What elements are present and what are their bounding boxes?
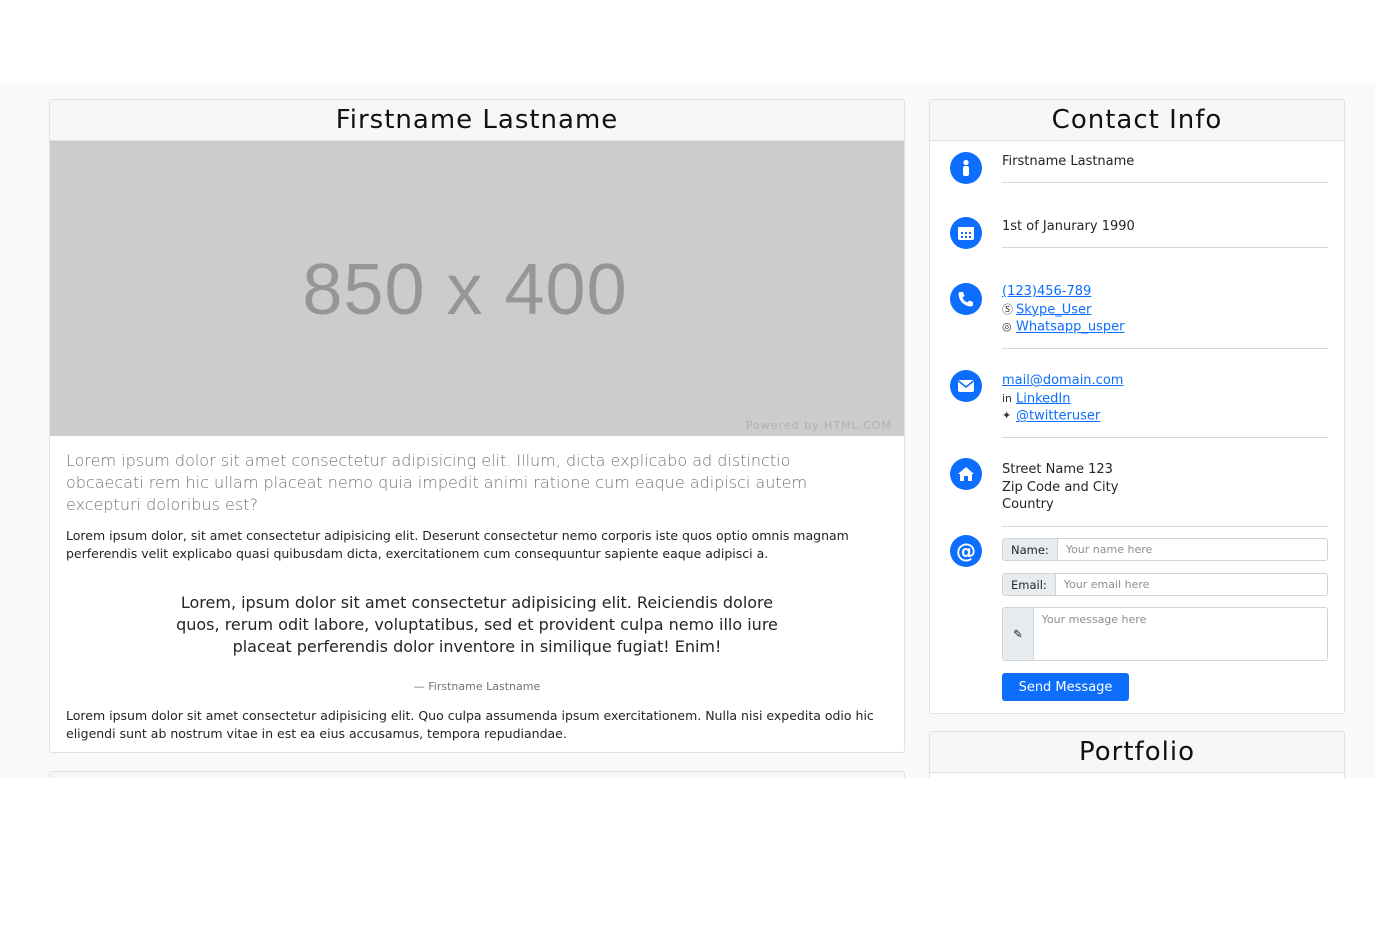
email-link[interactable]: mail@domain.com [1002, 373, 1123, 388]
placeholder-powered-by: Powered by HTML.COM [745, 419, 892, 432]
phone-link[interactable]: (123)456-789 [1002, 284, 1091, 299]
divider [1002, 348, 1328, 349]
body-paragraph-1: Lorem ipsum dolor, sit amet consectetur … [66, 528, 849, 561]
second-card-header [50, 772, 904, 778]
calendar-icon [950, 217, 982, 249]
page-background: Firstname Lastname 850 x 400 Powered by … [0, 84, 1375, 778]
portfolio-card: Portfolio [929, 731, 1345, 778]
whatsapp-icon: ◎ [1002, 320, 1012, 334]
placeholder-dimensions-text: 850 x 400 [302, 250, 628, 330]
blockquote: Lorem, ipsum dolor sit amet consectetur … [176, 593, 778, 656]
home-icon [950, 458, 982, 490]
at-icon: @ [950, 535, 982, 567]
name-input[interactable] [1057, 539, 1327, 560]
contact-title: Contact Info [930, 100, 1344, 141]
divider [1002, 437, 1328, 438]
divider [1002, 182, 1328, 183]
name-input-group: Name: [1002, 538, 1328, 561]
message-textarea[interactable] [1033, 608, 1327, 660]
message-input-group: ✎ [1002, 607, 1328, 661]
contact-email-block: mail@domain.com in LinkedIn ✦ @twitteruser [1002, 372, 1328, 425]
name-label: Name: [1003, 539, 1058, 560]
profile-title: Firstname Lastname [50, 100, 904, 141]
contact-phone-block: (123)456-789 Ⓢ Skype_User ◎ Whatsapp_usper [1002, 283, 1328, 336]
person-icon [950, 152, 982, 184]
email-label: Email: [1003, 574, 1056, 595]
lead-paragraph: Lorem ipsum dolor sit amet consectetur a… [66, 451, 808, 514]
twitter-icon: ✦ [1002, 409, 1012, 423]
email-input-group: Email: [1002, 573, 1328, 596]
skype-link[interactable]: Skype_User [1016, 302, 1091, 317]
send-message-button[interactable]: Send Message [1002, 673, 1129, 701]
email-input[interactable] [1055, 574, 1327, 595]
contact-address: Street Name 123 Zip Code and City Countr… [1002, 461, 1328, 514]
contact-card: Contact Info Firstname Lastname 1st of J… [929, 99, 1345, 714]
whatsapp-link[interactable]: Whatsapp_usper [1016, 320, 1125, 335]
contact-name: Firstname Lastname [1002, 154, 1135, 169]
blockquote-author: — Firstname Lastname [413, 680, 541, 693]
skype-icon: Ⓢ [1002, 302, 1013, 316]
address-country: Country [1002, 497, 1054, 512]
portfolio-title: Portfolio [930, 732, 1344, 773]
profile-card: Firstname Lastname 850 x 400 Powered by … [49, 99, 905, 753]
contact-birthday: 1st of Janurary 1990 [1002, 219, 1135, 234]
linkedin-link[interactable]: LinkedIn [1016, 391, 1070, 406]
divider [1002, 247, 1328, 248]
address-street: Street Name 123 [1002, 462, 1113, 477]
pencil-icon: ✎ [1003, 608, 1034, 660]
phone-icon [950, 283, 982, 315]
envelope-icon [950, 370, 982, 402]
placeholder-image: 850 x 400 Powered by HTML.COM [50, 141, 904, 436]
body-paragraph-2: Lorem ipsum dolor sit amet consectetur a… [66, 708, 874, 741]
address-zip-city: Zip Code and City [1002, 479, 1119, 495]
twitter-link[interactable]: @twitteruser [1016, 409, 1100, 424]
divider [1002, 526, 1328, 527]
second-card [49, 771, 905, 778]
linkedin-icon: in [1002, 391, 1013, 405]
